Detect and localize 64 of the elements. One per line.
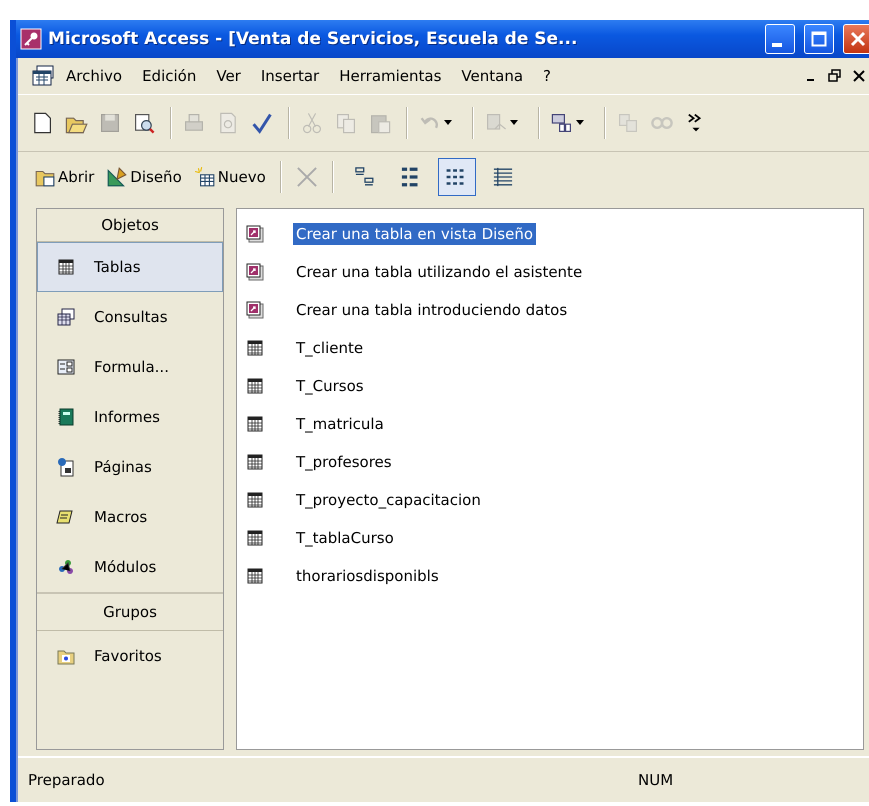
shortcut-icon — [245, 262, 265, 282]
close-icon — [850, 31, 866, 47]
sidebar-item[interactable]: Formula... — [37, 342, 223, 392]
table-icon — [245, 490, 265, 510]
web-page-icon — [56, 457, 76, 477]
list-item[interactable]: thorariosdisponibls — [293, 565, 442, 587]
form-icon — [56, 357, 76, 377]
minimize-icon — [772, 43, 782, 47]
section-header: Grupos — [103, 603, 157, 621]
table-icon — [245, 528, 265, 548]
shortcut-icon — [245, 300, 265, 320]
section-header: Objetos — [101, 216, 159, 234]
toolbar-button[interactable]: Abrir — [32, 164, 96, 190]
sidebar-item[interactable]: Macros — [37, 492, 223, 542]
menu-item[interactable]: Ver — [206, 63, 251, 89]
menu-item[interactable]: Edición — [132, 63, 206, 89]
magnifier-icon[interactable] — [132, 111, 156, 135]
table-icon — [245, 566, 265, 586]
list-item[interactable]: T_matricula — [293, 413, 387, 435]
sidebar-item[interactable]: Módulos — [37, 542, 223, 592]
database-window-icon[interactable] — [32, 65, 56, 87]
sidebar-item[interactable]: Informes — [37, 392, 223, 442]
sidebar-item[interactable]: Favoritos — [37, 631, 223, 681]
menu-item[interactable]: Insertar — [250, 63, 330, 89]
table-icon — [56, 257, 76, 277]
table-icon — [245, 414, 265, 434]
report-icon — [56, 407, 76, 427]
list-item[interactable]: Crear una tabla utilizando el asistente — [293, 261, 586, 283]
maximize-button[interactable] — [804, 24, 834, 54]
analyze-icon[interactable] — [550, 111, 574, 135]
caret-icon[interactable] — [576, 120, 584, 126]
close-icon[interactable] — [852, 69, 866, 83]
window-title: Microsoft Access - [Venta de Servicios, Escuela de Se... — [48, 29, 578, 49]
list-item[interactable]: T_cliente — [293, 337, 366, 359]
sidebar-item[interactable]: Páginas — [37, 442, 223, 492]
minimize-button[interactable] — [765, 24, 795, 54]
list-item[interactable]: T_tablaCurso — [293, 527, 397, 549]
maximize-icon — [811, 31, 827, 47]
status-message: Preparado — [28, 771, 106, 789]
spell-check-icon[interactable] — [250, 111, 274, 135]
table-icon — [245, 338, 265, 358]
list-item[interactable]: Crear una tabla introduciendo datos — [293, 299, 570, 321]
sidebar-item[interactable]: Consultas — [37, 292, 223, 342]
toolbar-button[interactable]: Nuevo — [192, 164, 268, 190]
restore-icon[interactable] — [828, 69, 842, 83]
close-button[interactable] — [843, 24, 869, 54]
table-icon — [245, 452, 265, 472]
view-button[interactable] — [438, 158, 476, 196]
menu-item[interactable]: ? — [533, 63, 561, 89]
key-icon — [20, 28, 42, 50]
toolbar-button[interactable]: Diseño — [104, 164, 184, 190]
table-icon — [245, 376, 265, 396]
menu-item[interactable]: Herramientas — [329, 63, 452, 89]
list-item[interactable]: T_proyecto_capacitacion — [293, 489, 484, 511]
menu-item[interactable]: Ventana — [451, 63, 534, 89]
menu-item[interactable]: Archivo — [56, 63, 132, 89]
query-icon — [56, 307, 76, 327]
num-lock-indicator: NUM — [638, 771, 674, 789]
new-table-icon — [194, 166, 216, 188]
shortcut-icon — [245, 224, 265, 244]
list-item[interactable]: Crear una tabla en vista Diseño — [293, 223, 536, 245]
sidebar-item[interactable]: Tablas — [37, 242, 223, 292]
list-item[interactable]: T_Cursos — [293, 375, 367, 397]
list-item[interactable]: T_profesores — [293, 451, 395, 473]
